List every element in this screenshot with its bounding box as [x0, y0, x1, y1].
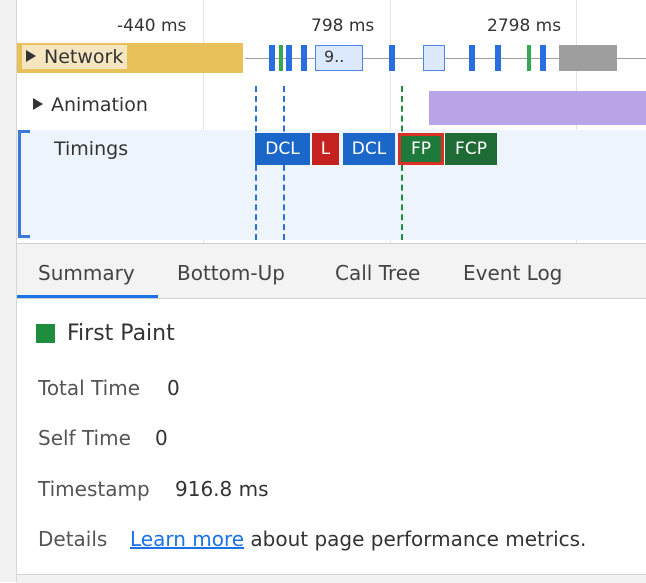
- tab-summary[interactable]: Summary: [38, 261, 135, 285]
- tab-event-log[interactable]: Event Log: [463, 261, 562, 285]
- self-time-value: 0: [155, 426, 168, 450]
- details-label: Details: [38, 527, 108, 551]
- network-track-toggle[interactable]: Network: [22, 45, 128, 69]
- timing-marker-first-contentful-paint[interactable]: FCP: [445, 133, 497, 165]
- time-tick: 798 ms: [311, 16, 375, 36]
- network-track-label: Network: [44, 46, 124, 68]
- network-request[interactable]: [301, 45, 307, 71]
- left-panel-edge: [0, 0, 17, 582]
- network-request[interactable]: [279, 45, 283, 71]
- time-tick: -440 ms: [117, 16, 187, 36]
- network-request[interactable]: [269, 45, 275, 71]
- network-request[interactable]: [389, 45, 395, 71]
- time-tick: 2798 ms: [487, 16, 562, 36]
- animation-event[interactable]: [429, 91, 646, 125]
- network-request[interactable]: [423, 45, 445, 71]
- learn-more-link[interactable]: Learn more: [130, 527, 244, 551]
- timing-marker-dcl[interactable]: DCL: [343, 133, 395, 165]
- timings-track-label: Timings: [54, 138, 129, 160]
- self-time-label: Self Time: [38, 426, 131, 450]
- timing-marker-load[interactable]: L: [312, 133, 339, 165]
- summary-panel: First Paint Total Time 0 Self Time 0 Tim…: [17, 298, 646, 574]
- details-tab-bar: Summary Bottom-Up Call Tree Event Log: [17, 243, 646, 299]
- network-request-label: 9..: [322, 47, 347, 66]
- tab-call-tree[interactable]: Call Tree: [335, 261, 420, 285]
- network-track[interactable]: Network 9..: [17, 41, 646, 75]
- network-request[interactable]: [495, 45, 501, 71]
- timestamp-label: Timestamp: [38, 477, 150, 501]
- animation-track[interactable]: Animation: [17, 84, 646, 130]
- timestamp-value: 916.8 ms: [175, 477, 269, 501]
- event-color-swatch: [36, 324, 55, 343]
- total-time-label: Total Time: [38, 376, 141, 400]
- event-title: First Paint: [67, 321, 175, 346]
- tab-bottom-up[interactable]: Bottom-Up: [177, 261, 285, 285]
- expand-arrow-icon: [26, 50, 36, 62]
- animation-track-toggle[interactable]: Animation: [33, 94, 148, 116]
- animation-track-label: Animation: [51, 94, 148, 116]
- expand-arrow-icon: [33, 98, 43, 110]
- network-request[interactable]: [469, 45, 475, 71]
- details-text: about page performance metrics.: [250, 527, 587, 551]
- network-request[interactable]: [286, 45, 292, 71]
- network-request[interactable]: [559, 45, 617, 71]
- total-time-value: 0: [167, 376, 180, 400]
- timeline-overview[interactable]: -440 ms 798 ms 2798 ms Network 9.. Anima…: [17, 0, 646, 243]
- network-request[interactable]: [527, 45, 531, 71]
- timing-marker-dcl[interactable]: DCL: [255, 133, 310, 165]
- timing-marker-first-paint[interactable]: FP: [398, 133, 444, 165]
- network-request[interactable]: [540, 45, 546, 71]
- details-text-line: Learn more about page performance metric…: [130, 527, 586, 551]
- track-selection-bracket: [18, 130, 30, 238]
